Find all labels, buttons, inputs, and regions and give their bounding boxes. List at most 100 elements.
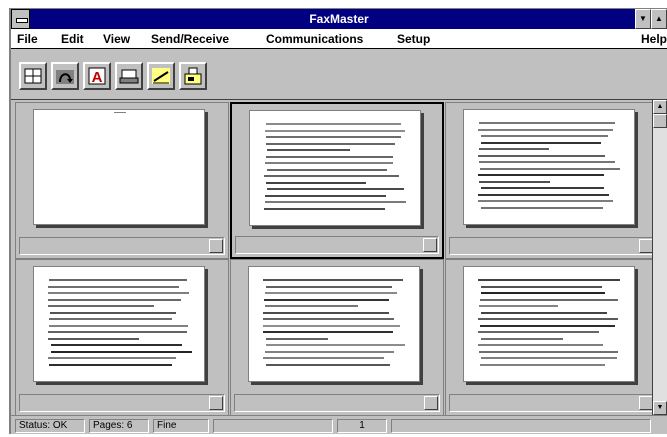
fax-page-preview [249,110,421,226]
fax-page-preview [463,109,635,225]
text-line [265,350,394,353]
page-scroll-box[interactable] [424,396,438,410]
text-line [265,194,386,197]
text-line [48,357,176,359]
page-scroll-box[interactable] [423,238,437,252]
page-thumbnail[interactable] [230,259,444,416]
text-line [266,123,401,125]
status-message-field [213,419,333,433]
text-line [51,350,192,353]
menu-help[interactable]: Help [641,32,667,46]
text-line [265,129,405,132]
signature-pen-button[interactable] [147,62,175,90]
menu-communications[interactable]: Communications [266,32,363,46]
scanner-icon [119,69,139,84]
menu-view[interactable]: View [103,32,130,46]
text-line [48,285,179,288]
text-line [480,167,621,170]
fax-page-preview [33,109,205,225]
text-line [478,128,614,131]
signature-pen-icon [152,68,170,84]
text-line [481,311,607,314]
text-line [479,161,616,163]
grid-view-button[interactable] [19,62,47,90]
text-line [266,344,406,346]
menu-file[interactable]: File [17,32,38,46]
text-line [481,206,603,209]
text-line [266,337,328,340]
text-line [266,363,391,366]
text-line [478,318,618,320]
text-line [266,136,401,138]
text-line [479,122,616,124]
annotate-text-button[interactable]: A [83,62,111,90]
text-line [481,337,564,340]
scanner-button[interactable] [115,62,143,90]
text-line [267,188,405,190]
scroll-down-arrow-icon[interactable]: ▼ [653,401,667,415]
vertical-scrollbar[interactable]: ▲ ▼ [652,100,667,415]
text-line [478,331,600,333]
text-line [49,324,188,327]
menu-edit[interactable]: Edit [61,32,84,46]
text-line [481,141,602,144]
page-scrollbar[interactable] [449,394,655,412]
text-line [479,148,549,150]
page-scrollbar[interactable] [235,236,439,254]
page-thumbnail[interactable] [230,102,444,259]
text-line [266,155,393,158]
fax-page-preview [248,266,420,382]
text-line [481,292,606,294]
text-line [481,187,605,189]
page-scrollbar[interactable] [234,394,440,412]
page-scroll-box[interactable] [209,396,223,410]
svg-text:A: A [92,69,103,86]
rotate-page-button[interactable] [51,62,79,90]
resolution-field: Fine [153,419,209,433]
grid-view-icon [24,68,42,84]
scroll-thumb[interactable] [653,114,667,128]
maximize-button[interactable]: ▲ [651,9,667,29]
text-line [266,285,392,288]
toolbar: A [11,49,667,100]
menu-send-receive[interactable]: Send/Receive [151,32,229,46]
text-line [263,311,390,314]
text-line [265,162,393,164]
page-scroll-box[interactable] [209,239,223,253]
menu-bar: File Edit View Send/Receive Communicatio… [11,29,667,49]
text-line [48,292,189,294]
annotate-text-icon: A [88,67,106,86]
text-line [478,174,605,176]
text-line [478,279,620,281]
page-thumbnail[interactable] [15,102,229,259]
text-line [48,305,155,307]
pages-count-field: Pages: 6 [89,419,149,433]
text-line [480,324,616,327]
minimize-button[interactable]: ▼ [635,9,651,29]
page-thumbnail-grid [11,100,659,416]
scroll-up-arrow-icon[interactable]: ▲ [653,100,667,114]
window-title: FaxMaster [309,12,369,26]
page-scrollbar[interactable] [19,394,225,412]
page-scrollbar[interactable] [19,237,225,255]
text-line [478,193,609,196]
text-line [481,135,608,137]
page-scroll-box[interactable] [639,239,653,253]
fax-machine-icon [184,67,202,85]
page-indicator: 1 [337,419,387,433]
fax-machine-button[interactable] [179,62,207,90]
fax-page-preview [33,266,205,382]
page-thumbnail[interactable] [445,102,659,259]
menu-setup[interactable]: Setup [397,32,430,46]
text-line [264,207,385,210]
title-bar[interactable]: FaxMaster ▼ ▲ [11,9,667,29]
page-thumbnail[interactable] [15,259,229,416]
page-scroll-box[interactable] [639,396,653,410]
text-line [479,350,618,353]
text-line [478,154,605,157]
rotate-page-icon [56,70,74,84]
page-thumbnail[interactable] [445,259,659,416]
text-line [266,142,395,145]
text-line [263,318,395,320]
page-scrollbar[interactable] [449,237,655,255]
